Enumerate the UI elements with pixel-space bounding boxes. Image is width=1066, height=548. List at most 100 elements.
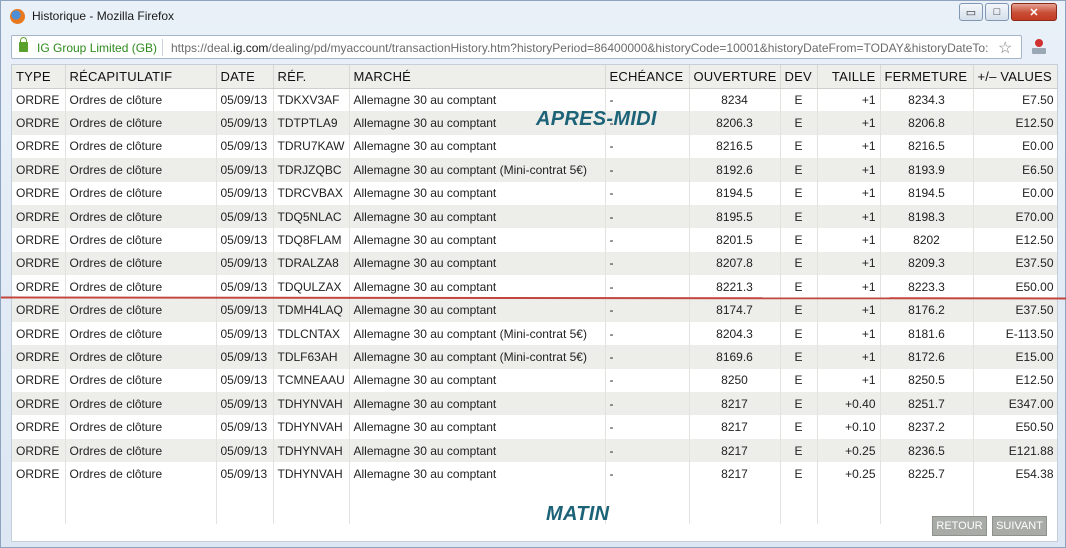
maximize-button[interactable]: □ — [985, 3, 1009, 21]
cell-expiry: - — [605, 275, 690, 299]
url-domain: ig.com — [233, 41, 269, 55]
cell-opening: 8217 — [689, 462, 781, 486]
table-row[interactable]: ORDRE Ordres de clôture 05/09/13 TDRU7KAW Al… — [12, 134, 1057, 159]
cell-date: 05/09/13 — [216, 228, 274, 252]
col-pnl[interactable]: +/– VALUES — [973, 65, 1057, 89]
table-row[interactable]: ORDRE Ordres de clôture 05/09/13 TDQ8FLAM Al… — [12, 228, 1057, 252]
site-identity[interactable]: IG Group Limited (GB) — [37, 41, 157, 55]
col-opening[interactable]: OUVERTURE — [689, 65, 781, 89]
table-row[interactable]: ORDRE Ordres de clôture 05/09/13 TDMH4LAQ Al… — [12, 298, 1057, 322]
cell-date: 05/09/13 — [216, 181, 274, 205]
cell-ref: TDQ5NLAC — [273, 204, 350, 229]
firefox-icon — [10, 9, 25, 24]
table-row[interactable]: ORDRE Ordres de clôture 05/09/13 TDRCVBAX Al… — [12, 181, 1057, 205]
bookmark-star-icon[interactable]: ☆ — [998, 38, 1012, 58]
cell-pnl: E12.50 — [973, 111, 1057, 135]
close-button[interactable]: ✕ — [1011, 3, 1057, 21]
table-row[interactable]: ORDRE Ordres de clôture 05/09/13 TDRJZQBC Al… — [12, 158, 1057, 182]
table-row[interactable]: ORDRE Ordres de clôture 05/09/13 TCMNEAAU Al… — [12, 368, 1057, 393]
col-market[interactable]: MARCHÉ — [349, 65, 606, 89]
cell-market: Allemagne 30 au comptant — [349, 392, 606, 416]
address-bar[interactable]: IG Group Limited (GB) https://deal.ig.co… — [11, 35, 1022, 59]
cell-date: 05/09/13 — [216, 298, 274, 322]
cell-pnl: E50.50 — [973, 415, 1057, 439]
cell-ref: TCMNEAAU — [273, 368, 350, 393]
table-row[interactable]: ORDRE Ordres de clôture 05/09/13 TDRALZA8 Al… — [12, 251, 1057, 276]
next-button[interactable]: SUIVANT — [992, 516, 1047, 536]
table-row[interactable]: ORDRE Ordres de clôture 05/09/13 TDLCNTAX Al… — [12, 321, 1057, 346]
cell-type: ORDRE — [12, 415, 66, 439]
cell-date: 05/09/13 — [216, 88, 274, 112]
cell-expiry: - — [605, 298, 690, 322]
cell-closing: 8237.2 — [880, 415, 974, 439]
cell-closing: 8202 — [880, 228, 974, 252]
table-row[interactable]: ORDRE Ordres de clôture 05/09/13 TDHYNVAH Al… — [12, 462, 1057, 486]
cell-type: ORDRE — [12, 88, 66, 112]
cell-opening: 8192.6 — [689, 158, 781, 182]
cell-opening: 8250 — [689, 368, 781, 393]
cell-opening: 8217 — [689, 392, 781, 416]
cell-market: Allemagne 30 au comptant — [349, 275, 606, 299]
cell-summary: Ordres de clôture — [65, 204, 217, 229]
cell-summary: Ordres de clôture — [65, 158, 217, 182]
cell-currency: E — [780, 368, 818, 393]
cell-closing: 8234.3 — [880, 88, 974, 112]
cell-expiry: - — [605, 392, 690, 416]
filler-cell — [12, 485, 66, 524]
cell-currency: E — [780, 462, 818, 486]
cell-type: ORDRE — [12, 181, 66, 205]
table-row[interactable]: ORDRE Ordres de clôture 05/09/13 TDHYNVAH Al… — [12, 438, 1057, 463]
col-currency[interactable]: DEV — [780, 65, 818, 89]
cell-type: ORDRE — [12, 462, 66, 486]
cell-ref: TDRCVBAX — [273, 181, 350, 205]
cell-date: 05/09/13 — [216, 275, 274, 299]
col-ref[interactable]: RÉF. — [273, 65, 350, 89]
filler-cell — [605, 485, 690, 524]
col-date[interactable]: DATE — [216, 65, 274, 89]
url-prefix: https://deal. — [171, 41, 234, 55]
cell-ref: TDHYNVAH — [273, 415, 350, 439]
lock-icon — [19, 37, 28, 52]
ig-account-icon[interactable] — [1032, 39, 1048, 55]
col-size[interactable]: TAILLE — [817, 65, 881, 89]
cell-expiry: - — [605, 251, 690, 276]
table-row[interactable]: ORDRE Ordres de clôture 05/09/13 TDQ5NLAC Al… — [12, 204, 1057, 229]
cell-closing: 8206.8 — [880, 111, 974, 135]
cell-pnl: E12.50 — [973, 368, 1057, 393]
col-expiry[interactable]: ECHÉANCE — [605, 65, 690, 89]
table-row[interactable]: ORDRE Ordres de clôture 05/09/13 TDTPTLA9 Al… — [12, 111, 1057, 135]
cell-expiry: - — [605, 228, 690, 252]
cell-size: +0.40 — [817, 392, 881, 416]
cell-market: Allemagne 30 au comptant — [349, 228, 606, 252]
col-summary[interactable]: RÉCAPITULATIF — [65, 65, 217, 89]
cell-expiry: - — [605, 158, 690, 182]
cell-summary: Ordres de clôture — [65, 111, 217, 135]
table-row[interactable]: ORDRE Ordres de clôture 05/09/13 TDHYNVAH Al… — [12, 415, 1057, 439]
table-row[interactable]: ORDRE Ordres de clôture 05/09/13 TDLF63AH Al… — [12, 345, 1057, 369]
cell-currency: E — [780, 181, 818, 205]
table-row[interactable]: ORDRE Ordres de clôture 05/09/13 TDQULZAX Al… — [12, 275, 1057, 299]
cell-opening: 8207.8 — [689, 251, 781, 276]
table-row[interactable]: ORDRE Ordres de clôture 05/09/13 TDKXV3AF Al… — [12, 88, 1057, 112]
cell-market: Allemagne 30 au comptant — [349, 462, 606, 486]
cell-ref: TDQULZAX — [273, 275, 350, 299]
col-type[interactable]: TYPE — [12, 65, 66, 89]
cell-date: 05/09/13 — [216, 251, 274, 276]
cell-summary: Ordres de clôture — [65, 392, 217, 416]
cell-date: 05/09/13 — [216, 392, 274, 416]
table-row[interactable]: ORDRE Ordres de clôture 05/09/13 TDHYNVAH Al… — [12, 392, 1057, 416]
cell-opening: 8204.3 — [689, 321, 781, 346]
cell-type: ORDRE — [12, 134, 66, 159]
minimize-button[interactable]: ▭ — [959, 3, 983, 21]
cell-summary: Ordres de clôture — [65, 251, 217, 276]
cell-expiry: - — [605, 415, 690, 439]
cell-date: 05/09/13 — [216, 111, 274, 135]
cell-opening: 8169.6 — [689, 345, 781, 369]
back-button[interactable]: RETOUR — [932, 516, 987, 536]
cell-summary: Ordres de clôture — [65, 438, 217, 463]
cell-currency: E — [780, 204, 818, 229]
cell-summary: Ordres de clôture — [65, 368, 217, 393]
cell-market: Allemagne 30 au comptant — [349, 181, 606, 205]
col-closing[interactable]: FERMETURE — [880, 65, 974, 89]
url-text[interactable]: https://deal.ig.com/dealing/pd/myaccount… — [171, 41, 991, 55]
